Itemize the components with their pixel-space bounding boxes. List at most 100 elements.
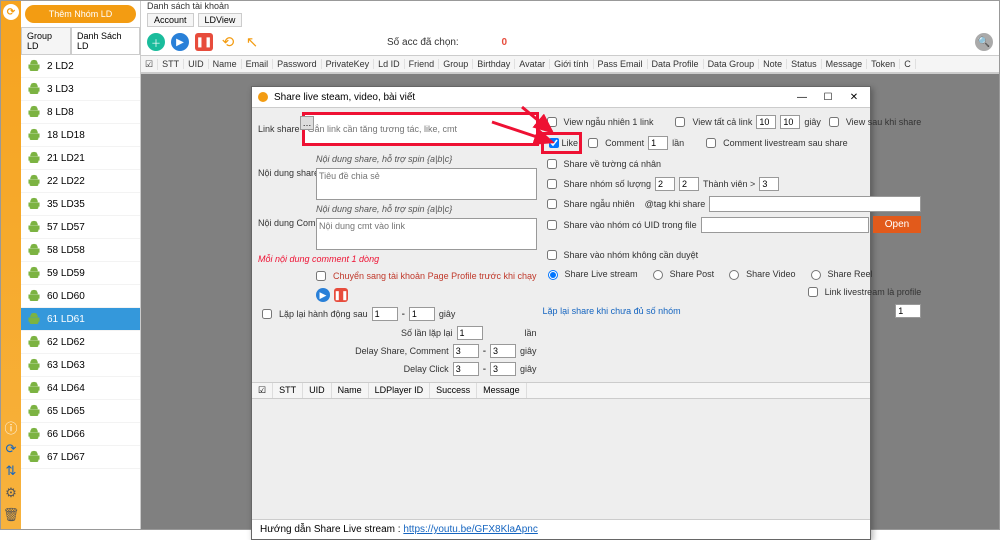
maximize-button[interactable]: ☐ — [818, 90, 838, 104]
dlg-col-☑[interactable]: ☑ — [252, 383, 273, 398]
ld-item-LD67[interactable]: 67 LD67 — [21, 446, 140, 469]
comment-checkbox[interactable] — [588, 138, 598, 148]
play-button[interactable]: ▶ — [171, 33, 189, 51]
ndshare-input[interactable] — [316, 168, 537, 200]
col-Name[interactable]: Name — [209, 59, 242, 69]
col-Data Group[interactable]: Data Group — [704, 59, 760, 69]
linklive-checkbox[interactable] — [808, 287, 818, 297]
add-button[interactable]: ＋ — [147, 33, 165, 51]
refresh-icon[interactable]: ⟳ — [3, 441, 19, 457]
share-nomod-checkbox[interactable] — [547, 250, 557, 260]
radio-post[interactable] — [653, 270, 663, 280]
ndcmt-input[interactable] — [316, 218, 537, 250]
search-button[interactable]: 🔍 — [975, 33, 993, 51]
col-Giới tính[interactable]: Giới tính — [550, 59, 593, 69]
sharegrp-checkbox[interactable] — [547, 179, 557, 189]
radio-video[interactable] — [729, 270, 739, 280]
dlg-col-LDPlayer ID[interactable]: LDPlayer ID — [369, 383, 431, 398]
tab-ldview[interactable]: LDView — [198, 13, 243, 27]
dlg-col-Success[interactable]: Success — [430, 383, 477, 398]
ld-item-LD57[interactable]: 57 LD57 — [21, 216, 140, 239]
delay-share-to[interactable] — [490, 344, 516, 358]
uid-file-input[interactable] — [701, 217, 869, 233]
tag-share-input[interactable] — [709, 196, 921, 212]
tab-group-ld[interactable]: Group LD — [21, 27, 71, 54]
col-Status[interactable]: Status — [787, 59, 822, 69]
col-Token[interactable]: Token — [867, 59, 900, 69]
col-Password[interactable]: Password — [273, 59, 322, 69]
profile-checkbox[interactable] — [316, 271, 326, 281]
col-C[interactable]: C — [900, 59, 916, 69]
dlg-col-Message[interactable]: Message — [477, 383, 527, 398]
ld-item-LD58[interactable]: 58 LD58 — [21, 239, 140, 262]
ld-item-LD21[interactable]: 21 LD21 — [21, 147, 140, 170]
col-Ld ID[interactable]: Ld ID — [374, 59, 405, 69]
flip-icon[interactable]: ⟲ — [219, 33, 237, 51]
gear-icon[interactable]: ⚙ — [3, 485, 19, 501]
ld-item-LD63[interactable]: 63 LD63 — [21, 354, 140, 377]
col-Note[interactable]: Note — [759, 59, 787, 69]
ld-item-LD64[interactable]: 64 LD64 — [21, 377, 140, 400]
dlg-col-Name[interactable]: Name — [332, 383, 369, 398]
repeat-checkbox[interactable] — [262, 309, 272, 319]
col-PrivateKey[interactable]: PrivateKey — [322, 59, 375, 69]
ld-item-LD8[interactable]: 8 LD8 — [21, 101, 140, 124]
dlg-col-UID[interactable]: UID — [303, 383, 332, 398]
pause-button[interactable]: ❚❚ — [195, 33, 213, 51]
ld-item-LD65[interactable]: 65 LD65 — [21, 400, 140, 423]
open-button[interactable]: Open — [873, 216, 921, 233]
radio-reel[interactable] — [811, 270, 821, 280]
col-Friend[interactable]: Friend — [405, 59, 440, 69]
col-Message[interactable]: Message — [822, 59, 868, 69]
ld-item-LD3[interactable]: 3 LD3 — [21, 78, 140, 101]
delay-share-from[interactable] — [453, 344, 479, 358]
add-group-button[interactable]: Thêm Nhóm LD — [25, 5, 136, 23]
cmt-after-checkbox[interactable] — [706, 138, 716, 148]
lap-input[interactable] — [457, 326, 483, 340]
dlg-play-button[interactable]: ▶ — [316, 288, 330, 302]
radio-live[interactable] — [548, 270, 558, 280]
delay-click-from[interactable] — [453, 362, 479, 376]
minimize-button[interactable]: — — [792, 90, 812, 104]
tab-list-ld[interactable]: Danh Sách LD — [71, 27, 140, 54]
tab-account[interactable]: Account — [147, 13, 194, 27]
dlg-col-STT[interactable]: STT — [273, 383, 303, 398]
col-☑[interactable]: ☑ — [141, 59, 158, 70]
like-checkbox[interactable] — [549, 138, 559, 148]
shareuid-checkbox[interactable] — [547, 220, 557, 230]
ld-item-LD60[interactable]: 60 LD60 — [21, 285, 140, 308]
ld-item-LD61[interactable]: 61 LD61 — [21, 308, 140, 331]
delay-click-to[interactable] — [490, 362, 516, 376]
col-Group[interactable]: Group — [439, 59, 473, 69]
col-Birthday[interactable]: Birthday — [473, 59, 515, 69]
col-Data Profile[interactable]: Data Profile — [648, 59, 704, 69]
col-UID[interactable]: UID — [184, 59, 209, 69]
repeat-to[interactable] — [409, 307, 435, 321]
ndcmt-hint: Nội dung share, hỗ trợ spin {a|b|c} — [316, 204, 537, 214]
sharewall-checkbox[interactable] — [547, 159, 557, 169]
trash-icon[interactable]: 🗑 — [3, 507, 19, 523]
ld-item-LD2[interactable]: 2 LD2 — [21, 55, 140, 78]
linkshare-more-button[interactable]: … — [300, 116, 314, 130]
cursor-icon[interactable]: ↖ — [243, 33, 261, 51]
col-Avatar[interactable]: Avatar — [515, 59, 550, 69]
repeat-from[interactable] — [372, 307, 398, 321]
ld-item-LD18[interactable]: 18 LD18 — [21, 124, 140, 147]
sharerand-checkbox[interactable] — [547, 199, 557, 209]
close-button[interactable]: ✕ — [844, 90, 864, 104]
updown-icon[interactable]: ⇅ — [3, 463, 19, 479]
col-Pass Email[interactable]: Pass Email — [594, 59, 648, 69]
ld-item-LD66[interactable]: 66 LD66 — [21, 423, 140, 446]
col-Email[interactable]: Email — [242, 59, 274, 69]
dlg-pause-button[interactable]: ❚❚ — [334, 288, 348, 302]
viewmany-checkbox[interactable] — [547, 117, 557, 127]
ld-item-LD22[interactable]: 22 LD22 — [21, 170, 140, 193]
view-after-checkbox[interactable] — [829, 117, 839, 127]
ld-item-LD59[interactable]: 59 LD59 — [21, 262, 140, 285]
ld-item-LD62[interactable]: 62 LD62 — [21, 331, 140, 354]
info-icon[interactable]: ⓘ — [3, 419, 19, 435]
ld-item-LD35[interactable]: 35 LD35 — [21, 193, 140, 216]
col-STT[interactable]: STT — [158, 59, 184, 69]
retry-input[interactable] — [895, 304, 921, 318]
viewall-checkbox[interactable] — [675, 117, 685, 127]
